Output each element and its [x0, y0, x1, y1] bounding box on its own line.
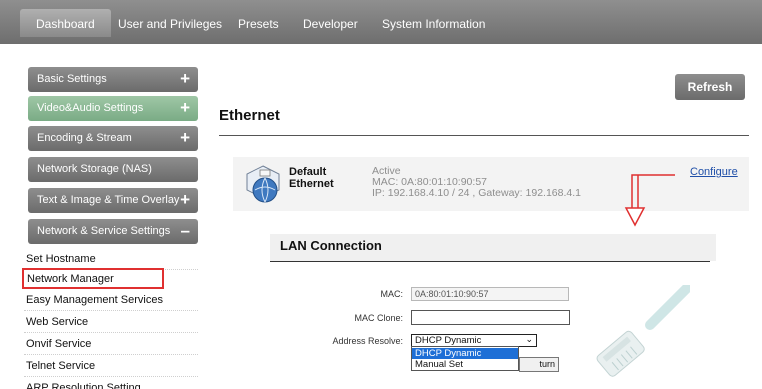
collapse-icon: –	[180, 221, 190, 240]
interface-info: Active MAC: 0A:80:01:10:90:57 IP: 192.16…	[372, 166, 581, 199]
interface-name: Default Ethernet	[289, 166, 334, 190]
menu-network-service-settings[interactable]: Network & Service Settings –	[28, 219, 198, 244]
menu-network-storage[interactable]: Network Storage (NAS)	[28, 157, 198, 182]
menu-label: Network & Service Settings	[37, 225, 171, 237]
return-button[interactable]: turn	[519, 357, 559, 372]
address-resolve-label: Address Resolve:	[332, 336, 403, 346]
mac-label: MAC:	[380, 289, 404, 299]
tab-user-and-privileges[interactable]: User and Privileges	[118, 17, 222, 31]
menu-text-image-time-overlay[interactable]: Text & Image & Time Overlay +	[28, 188, 198, 213]
menu-label: Video&Audio Settings	[37, 102, 144, 114]
sidebar-item-onvif-service[interactable]: Onvif Service	[24, 334, 198, 355]
configure-link[interactable]: Configure	[690, 166, 738, 178]
menu-label: Network Storage (NAS)	[37, 163, 152, 175]
interface-name-line2: Ethernet	[289, 178, 334, 190]
interface-ip: IP: 192.168.4.10 / 24 , Gateway: 192.168…	[372, 187, 581, 199]
expand-icon: +	[180, 190, 190, 209]
expand-icon: +	[180, 69, 190, 88]
lan-divider	[270, 261, 710, 262]
address-resolve-dropdown: DHCP Dynamic Manual Set	[411, 346, 519, 371]
sidebar-item-easy-management-services[interactable]: Easy Management Services	[24, 290, 198, 311]
mac-clone-label: MAC Clone:	[354, 313, 403, 323]
refresh-button[interactable]: Refresh	[675, 74, 745, 100]
option-manual-set[interactable]: Manual Set	[412, 359, 518, 370]
interface-name-line1: Default	[289, 166, 327, 178]
address-resolve-value: DHCP Dynamic	[415, 335, 482, 346]
title-divider	[219, 135, 749, 136]
top-nav-bar: Dashboard User and Privileges Presets De…	[0, 0, 762, 44]
tab-dashboard[interactable]: Dashboard	[20, 9, 111, 37]
menu-label: Basic Settings	[37, 73, 107, 85]
lan-connection-title: LAN Connection	[280, 238, 382, 253]
option-dhcp-dynamic[interactable]: DHCP Dynamic	[412, 348, 518, 359]
menu-label: Encoding & Stream	[37, 132, 132, 144]
menu-label: Text & Image & Time Overlay	[37, 194, 180, 206]
ethernet-cable-image	[596, 285, 690, 377]
network-globe-icon	[246, 165, 280, 203]
menu-encoding-stream[interactable]: Encoding & Stream +	[28, 126, 198, 151]
mac-field: 0A:80:01:10:90:57	[411, 287, 569, 301]
tab-presets[interactable]: Presets	[238, 17, 279, 31]
expand-icon: +	[180, 128, 190, 147]
menu-basic-settings[interactable]: Basic Settings +	[28, 67, 198, 92]
sidebar-item-arp-resolution-setting[interactable]: ARP Resolution Setting	[24, 378, 198, 389]
tab-developer[interactable]: Developer	[303, 17, 358, 31]
page-title: Ethernet	[219, 107, 280, 124]
sidebar-item-web-service[interactable]: Web Service	[24, 312, 198, 333]
sidebar-item-telnet-service[interactable]: Telnet Service	[24, 356, 198, 377]
mac-clone-input[interactable]	[411, 310, 570, 325]
sidebar-item-network-manager[interactable]: Network Manager	[22, 268, 164, 289]
chevron-down-icon: ⌄	[525, 334, 533, 344]
sidebar-item-set-hostname[interactable]: Set Hostname	[24, 249, 198, 270]
red-arrow-annotation	[624, 174, 675, 227]
sidebar: Basic Settings + Video&Audio Settings + …	[20, 44, 198, 389]
expand-icon: +	[180, 98, 190, 117]
tab-system-information[interactable]: System Information	[382, 17, 485, 31]
menu-video-audio-settings[interactable]: Video&Audio Settings +	[28, 96, 198, 121]
